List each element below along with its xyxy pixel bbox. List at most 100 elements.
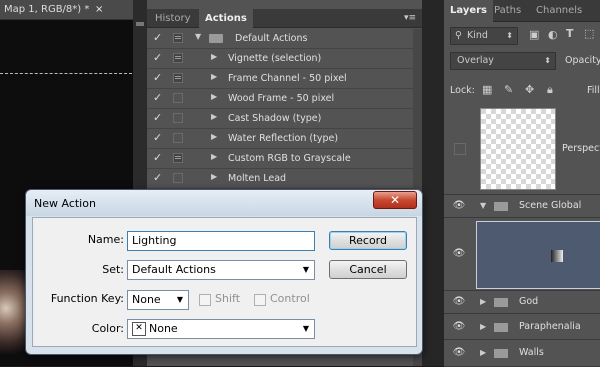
lock-label: Lock: — [450, 85, 475, 96]
set-select[interactable]: Default Actions ▼ — [127, 260, 315, 280]
eye-icon[interactable]: 👁︎ — [452, 248, 466, 259]
toggle-item-checkbox[interactable]: ✓ — [153, 132, 165, 144]
triangle-right-icon[interactable]: ▶ — [211, 132, 217, 141]
action-set-row[interactable]: ✓ ▼ Default Actions — [147, 29, 422, 49]
toggle-item-checkbox[interactable]: ✓ — [153, 112, 165, 124]
action-label: Vignette (selection) — [228, 53, 322, 64]
image-filter-icon[interactable]: ▣ — [529, 28, 539, 41]
toggle-item-checkbox[interactable]: ✓ — [153, 52, 165, 64]
toggle-dialog-icon[interactable] — [173, 153, 183, 163]
folder-icon — [494, 202, 508, 211]
lock-all-icon[interactable]: 🔒︎ — [547, 83, 553, 97]
eye-icon[interactable]: 👁︎ — [452, 321, 466, 332]
action-row[interactable]: ✓ ▶ Cast Shadow (type) — [147, 109, 422, 129]
action-label: Cast Shadow (type) — [228, 113, 322, 124]
triangle-right-icon[interactable]: ▶ — [480, 348, 486, 357]
tab-history[interactable]: History — [149, 9, 197, 28]
action-row[interactable]: ✓ ▶ Frame Channel - 50 pixel — [147, 69, 422, 89]
folder-icon — [494, 323, 508, 332]
name-input[interactable]: Lighting — [127, 231, 315, 251]
set-value: Default Actions — [132, 263, 216, 276]
layer-row[interactable]: 👁︎ ▼ Scene Global — [444, 195, 600, 218]
layer-row[interactable]: 👁︎ — [444, 218, 600, 291]
toggle-dialog-icon[interactable] — [173, 113, 183, 123]
toggle-item-checkbox[interactable]: ✓ — [153, 172, 165, 184]
triangle-down-icon[interactable]: ▼ — [195, 32, 201, 41]
search-icon: ⚲ — [455, 30, 462, 41]
cancel-button[interactable]: Cancel — [329, 260, 407, 279]
color-select[interactable]: ✕ None ▼ — [127, 319, 315, 339]
triangle-down-icon[interactable]: ▼ — [480, 201, 486, 210]
toggle-dialog-icon[interactable] — [173, 133, 183, 143]
name-label: Name: — [87, 233, 124, 246]
toggle-dialog-icon[interactable] — [173, 73, 183, 83]
layer-row[interactable]: 👁︎ ▶ Walls — [444, 340, 600, 367]
toggle-dialog-icon[interactable] — [173, 33, 183, 43]
folder-icon — [209, 34, 223, 43]
layer-row[interactable]: Perspective — [444, 104, 600, 195]
stepper-icon: ⬍ — [506, 31, 513, 40]
chevron-down-icon: ▼ — [302, 265, 309, 274]
tab-actions[interactable]: Actions — [199, 9, 253, 28]
toggle-dialog-icon[interactable] — [173, 173, 183, 183]
record-button[interactable]: Record — [329, 231, 407, 250]
layer-row[interactable]: 👁︎ ▶ Paraphenalia — [444, 314, 600, 340]
action-row[interactable]: ✓ ▶ Molten Lead — [147, 169, 422, 189]
action-row[interactable]: ✓ ▶ Vignette (selection) — [147, 49, 422, 69]
triangle-right-icon[interactable]: ▶ — [211, 72, 217, 81]
close-icon[interactable]: × — [95, 0, 103, 19]
layer-thumbnail — [480, 108, 556, 190]
toggle-item-checkbox[interactable]: ✓ — [153, 32, 165, 44]
lock-position-icon[interactable]: ✥ — [525, 83, 534, 96]
lock-paint-icon[interactable]: ✎ — [504, 83, 513, 96]
action-row[interactable]: ✓ ▶ Custom RGB to Grayscale — [147, 149, 422, 169]
eye-icon[interactable]: 👁︎ — [452, 200, 466, 211]
layer-name: Scene Global — [519, 200, 582, 211]
color-value: None — [149, 322, 178, 335]
blend-mode-select[interactable]: Overlay ⬍ — [450, 52, 556, 70]
toggle-dialog-icon[interactable] — [173, 53, 183, 63]
type-filter-icon[interactable]: T — [566, 27, 574, 40]
lock-transparent-icon[interactable]: ▦ — [482, 83, 492, 96]
visibility-toggle[interactable] — [454, 143, 466, 155]
triangle-right-icon[interactable]: ▶ — [211, 152, 217, 161]
close-button[interactable]: ✕ — [373, 191, 417, 209]
toggle-item-checkbox[interactable]: ✓ — [153, 92, 165, 104]
action-row[interactable]: ✓ ▶ Wood Frame - 50 pixel — [147, 89, 422, 109]
no-color-swatch-icon: ✕ — [132, 322, 146, 336]
action-label: Wood Frame - 50 pixel — [228, 93, 335, 104]
function-key-select[interactable]: None ▼ — [127, 290, 189, 310]
triangle-right-icon[interactable]: ▶ — [480, 297, 486, 306]
control-checkbox[interactable] — [254, 294, 266, 306]
selection-marquee — [0, 73, 132, 74]
toggle-item-checkbox[interactable]: ✓ — [153, 72, 165, 84]
filter-kind-select[interactable]: ⚲ Kind ⬍ — [450, 27, 518, 45]
document-tab[interactable]: Map 1, RGB/8*) * × — [0, 0, 147, 20]
chevron-down-icon: ▼ — [176, 295, 183, 304]
triangle-right-icon[interactable]: ▶ — [211, 52, 217, 61]
action-label: Molten Lead — [228, 173, 287, 184]
function-key-value: None — [132, 293, 161, 306]
chevron-down-icon: ▼ — [302, 324, 309, 333]
shift-checkbox[interactable] — [199, 294, 211, 306]
toggle-dialog-icon[interactable] — [173, 93, 183, 103]
triangle-right-icon[interactable]: ▶ — [211, 112, 217, 121]
tab-channels[interactable]: Channels — [530, 0, 588, 22]
triangle-right-icon[interactable]: ▶ — [211, 92, 217, 101]
panel-menu-icon[interactable]: ▾≡ — [404, 13, 416, 23]
scrollbar-thumb[interactable] — [136, 22, 144, 26]
triangle-right-icon[interactable]: ▶ — [211, 172, 217, 181]
action-row[interactable]: ✓ ▶ Water Reflection (type) — [147, 129, 422, 149]
filter-kind-label: Kind — [467, 30, 488, 41]
adjustment-filter-icon[interactable]: ◐ — [548, 28, 558, 41]
shift-label: Shift — [215, 292, 241, 305]
eye-icon[interactable]: 👁︎ — [452, 347, 466, 358]
tab-layers[interactable]: Layers — [444, 0, 493, 22]
shape-filter-icon[interactable]: ⬚ — [584, 27, 594, 40]
triangle-right-icon[interactable]: ▶ — [480, 322, 486, 331]
tab-paths[interactable]: Paths — [488, 0, 527, 22]
eye-icon[interactable]: 👁︎ — [452, 296, 466, 307]
layer-row[interactable]: 👁︎ ▶ God — [444, 291, 600, 314]
toggle-item-checkbox[interactable]: ✓ — [153, 152, 165, 164]
dialog-body: Name: Lighting Record Set: Default Actio… — [32, 217, 417, 347]
